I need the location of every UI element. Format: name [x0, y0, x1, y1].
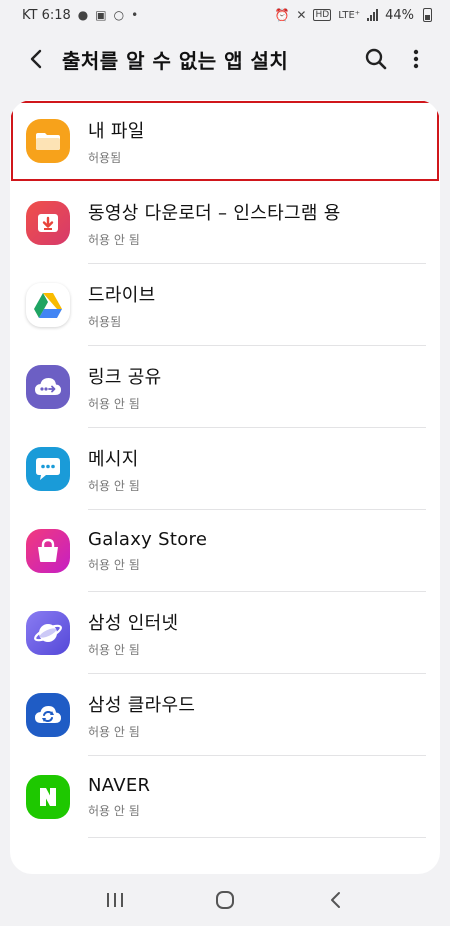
home-icon — [216, 891, 234, 909]
app-name: 드라이브 — [88, 284, 156, 306]
app-status: 허용 안 됨 — [88, 396, 140, 411]
app-bar: 출처를 알 수 없는 앱 설치 — [0, 34, 450, 84]
carrier-time: KT 6:18 — [22, 7, 71, 23]
app-status: 허용 안 됨 — [88, 478, 140, 493]
cloud-share-icon — [26, 365, 70, 409]
navigation-bar — [0, 874, 450, 926]
divider — [88, 837, 426, 838]
page-title: 출처를 알 수 없는 앱 설치 — [62, 48, 289, 73]
battery-icon — [423, 8, 432, 22]
naver-n-icon — [26, 775, 70, 819]
more-options-button[interactable] — [396, 39, 436, 79]
app-status: 허용 안 됨 — [88, 558, 140, 572]
app-name: 내 파일 — [88, 120, 145, 142]
back-button[interactable] — [16, 39, 56, 79]
list-item-samsung-cloud[interactable]: 삼성 클라우드 허용 안 됨 — [10, 674, 440, 756]
search-button[interactable] — [356, 39, 396, 79]
app-status: 허용 안 됨 — [88, 232, 140, 247]
recent-apps-button[interactable] — [85, 878, 145, 922]
app-status: 허용 안 됨 — [88, 642, 140, 657]
app-status: 허용됨 — [88, 150, 122, 165]
back-nav-button[interactable] — [305, 878, 365, 922]
network-type: LTE⁺ — [338, 9, 361, 21]
back-nav-icon — [331, 892, 340, 908]
app-list: 내 파일 허용됨 동영상 다운로더 – 인스타그램 용 허용 안 됨 드라이브 … — [10, 100, 440, 874]
list-item-samsung-internet[interactable]: 삼성 인터넷 허용 안 됨 — [10, 592, 440, 674]
app-name: 메시지 — [88, 448, 139, 470]
download-icon — [26, 201, 70, 245]
hd-icon: HD — [313, 9, 332, 21]
status-right: ⏰ ✕ HD LTE⁺ 44% — [274, 8, 432, 23]
mute-icon: ✕ — [296, 8, 307, 22]
list-item-link-sharing[interactable]: 링크 공유 허용 안 됨 — [10, 346, 440, 428]
app-status: 허용 안 됨 — [88, 724, 140, 739]
status-bar: KT 6:18 ● ▣ ○ • ⏰ ✕ HD LTE⁺ 44% — [0, 0, 450, 30]
app-name: Galaxy Store — [88, 529, 208, 550]
app-name: 삼성 인터넷 — [88, 612, 179, 634]
list-item-galaxy-store[interactable]: Galaxy Store 허용 안 됨 — [10, 510, 440, 592]
back-arrow-icon — [30, 49, 42, 69]
alarm-icon: ⏰ — [274, 8, 290, 22]
list-item-naver[interactable]: NAVER 허용 안 됨 — [10, 756, 440, 838]
chat-bubble-icon — [26, 447, 70, 491]
notification-icon: ○ — [113, 8, 125, 22]
folder-icon — [26, 119, 70, 163]
lightbulb-icon: ● — [77, 8, 89, 22]
home-button[interactable] — [195, 878, 255, 922]
list-item-video-downloader[interactable]: 동영상 다운로더 – 인스타그램 용 허용 안 됨 — [10, 182, 440, 264]
google-drive-icon — [26, 283, 70, 327]
list-item-drive[interactable]: 드라이브 허용됨 — [10, 264, 440, 346]
search-icon — [365, 48, 387, 70]
status-left: KT 6:18 ● ▣ ○ • — [22, 8, 138, 23]
battery-level: 44% — [385, 7, 414, 23]
dot-icon: • — [131, 8, 139, 22]
app-name: 동영상 다운로더 – 인스타그램 용 — [88, 202, 341, 224]
app-status: 허용 안 됨 — [88, 804, 140, 818]
more-vert-icon — [413, 49, 419, 69]
app-name: 삼성 클라우드 — [88, 694, 196, 716]
list-item-my-files[interactable]: 내 파일 허용됨 — [10, 100, 440, 182]
planet-icon — [26, 611, 70, 655]
app-name: NAVER — [88, 775, 151, 796]
shopping-bag-icon — [26, 529, 70, 573]
list-item-messages[interactable]: 메시지 허용 안 됨 — [10, 428, 440, 510]
recent-apps-icon — [107, 893, 123, 907]
app-name: 링크 공유 — [88, 366, 162, 388]
image-icon: ▣ — [95, 8, 107, 22]
cloud-sync-icon — [26, 693, 70, 737]
signal-icon — [367, 9, 379, 21]
app-status: 허용됨 — [88, 314, 122, 329]
